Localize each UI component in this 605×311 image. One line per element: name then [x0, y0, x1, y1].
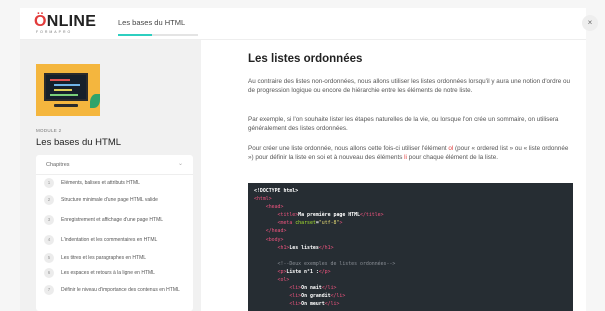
code-token: </li>: [321, 285, 337, 292]
chapter-item[interactable]: 7 Définir le niveau d'importance des cont…: [36, 280, 193, 300]
code-token: </title>: [360, 212, 384, 219]
chapter-item[interactable]: 4 L'indentation et les commentaires en HT…: [36, 230, 193, 250]
thumb-code-line: [50, 94, 78, 96]
sidebar: MODULE 2 Les bases du HTML Chapitres ⌄ 1…: [20, 40, 201, 311]
top-bar: ÖNLINE FORMAPRO Les bases du HTML ×: [20, 8, 598, 40]
lesson-title: Les listes ordonnées: [248, 53, 363, 65]
chapter-label: Enregistrement et affichage d'une page H…: [61, 217, 164, 223]
chapter-number-badge: 4: [44, 235, 54, 245]
code-example-block: <!DOCTYPE html> <html> <head> <title>Ma p…: [248, 183, 573, 311]
code-line: <!--Deux exemples de listes ordonnées-->: [254, 260, 567, 268]
thumb-code-line: [50, 79, 70, 81]
code-token: <h1>: [254, 244, 290, 251]
code-token: <body>: [254, 236, 284, 243]
code-token: <!--Deux exemples de listes ordonnées-->: [254, 260, 396, 267]
code-token: </li>: [330, 293, 346, 300]
code-token: On grandit: [301, 293, 331, 300]
code-line: <body>: [254, 236, 567, 244]
chapter-number-badge: 7: [44, 285, 54, 295]
paragraph-text: Pour créer une liste ordonnée, nous allo…: [248, 145, 449, 152]
code-token: <title>: [254, 212, 299, 219]
code-line: <h1>Les listes</h1>: [254, 244, 567, 252]
thumb-code-line: [54, 84, 80, 86]
code-token: </h1>: [318, 244, 334, 251]
paragraph-intro: Au contraire des listes non-ordonnées, n…: [248, 78, 570, 94]
plant-leaf: [90, 94, 100, 108]
chapter-number-badge: 5: [44, 252, 54, 263]
chapter-label: Les titres et les paragraphes en HTML: [61, 254, 147, 261]
chapters-header[interactable]: Chapitres ⌄: [36, 155, 193, 175]
module-label: MODULE 2: [36, 128, 62, 133]
chapter-item[interactable]: 6 Les espaces et retours à la ligne en HT…: [36, 265, 193, 280]
code-token: <meta: [254, 220, 296, 227]
code-token: <html>: [254, 196, 272, 203]
code-token: Ma première page HTML: [298, 212, 361, 219]
laptop-base: [54, 104, 78, 107]
chapter-list: 1 Eléments, balises et attributs HTML 2 Str…: [36, 175, 193, 300]
chapter-number-badge: 2: [44, 195, 54, 205]
module-title: Les bases du HTML: [36, 137, 122, 148]
chapter-item[interactable]: 3 Enregistrement et affichage d'une page …: [36, 210, 193, 230]
code-token: >: [339, 220, 343, 227]
code-line: </head>: [254, 227, 567, 235]
code-token: Les listes: [289, 244, 319, 251]
chapter-number-badge: 3: [44, 215, 54, 225]
code-token: <!DOCTYPE html>: [254, 188, 299, 194]
chapter-label: Définir le niveau d'importance des conte…: [61, 287, 180, 293]
paragraph-example: Par exemple, si l'on souhaite lister les…: [248, 116, 559, 132]
code-token: <head>: [254, 204, 284, 211]
code-token: <li>: [254, 293, 302, 300]
code-token: <li>: [254, 285, 302, 292]
code-token: </li>: [324, 301, 340, 308]
code-line: <li>On nait</li>: [254, 284, 567, 292]
chapter-label: Structure minimale d'une page HTML valid…: [61, 197, 158, 203]
logo-letters: NLINE: [46, 13, 97, 30]
code-token: <p>: [254, 268, 287, 275]
code-token: charset: [295, 220, 316, 227]
code-line: <meta charset="utf-8">: [254, 219, 567, 227]
thumb-code-line: [54, 89, 72, 91]
code-token: <li>: [254, 301, 302, 308]
course-progress-fill: [118, 34, 152, 36]
code-line: <ol>: [254, 276, 567, 284]
chapter-item[interactable]: 5 Les titres et les paragraphes en HTML: [36, 250, 193, 265]
paragraph-text: pour chaque élément de la liste.: [406, 153, 498, 161]
code-token: "utf-8": [318, 220, 340, 227]
chevron-down-icon[interactable]: ⌄: [178, 160, 183, 167]
code-line: <html>: [254, 195, 567, 203]
course-progress-bar: [118, 34, 198, 36]
laptop-screen: [44, 73, 88, 101]
chapters-title: Chapitres: [46, 162, 70, 168]
code-token: <ol>: [254, 277, 290, 284]
paragraph-ol-explanation: Pour créer une liste ordonnée, nous allo…: [248, 145, 573, 163]
module-thumbnail-laptop-illustration: [36, 64, 100, 116]
code-line: <!DOCTYPE html>: [254, 187, 567, 195]
code-line: <title>Ma première page HTML</title>: [254, 211, 567, 219]
chapter-label: Les espaces et retours à la ligne en HTM…: [61, 269, 155, 276]
chapter-number-badge: 1: [44, 177, 54, 188]
code-line: <li>On meurt</li>: [254, 300, 567, 308]
code-token: </head>: [254, 228, 287, 235]
chapter-label: Eléments, balises et attributs HTML: [61, 179, 140, 186]
code-line: <li>On grandit</li>: [254, 292, 567, 300]
logo-wordmark: ÖNLINE: [34, 14, 96, 30]
chapter-item[interactable]: 1 Eléments, balises et attributs HTML: [36, 175, 193, 190]
chapter-number-badge: 6: [44, 267, 54, 278]
code-line: <p>Liste n°1 :</p>: [254, 268, 567, 276]
code-line: <head>: [254, 203, 567, 211]
logo-letter-o: Ö: [34, 13, 47, 30]
code-token: </p>: [318, 268, 331, 275]
chapters-panel: Chapitres ⌄ 1 Eléments, balises et attrib…: [36, 155, 193, 311]
course-title: Les bases du HTML: [118, 18, 186, 27]
code-token: Liste n°1 :: [286, 268, 319, 275]
chapter-label: L'indentation et les commentaires en HTM…: [61, 237, 158, 243]
close-button[interactable]: ×: [582, 15, 598, 31]
lesson-content: Les listes ordonnées Au contraire des li…: [201, 40, 586, 311]
chapter-item[interactable]: 2 Structure minimale d'une page HTML vali…: [36, 190, 193, 210]
code-token: On meurt: [301, 301, 325, 308]
code-token: On nait: [301, 285, 322, 292]
online-formapro-logo[interactable]: ÖNLINE FORMAPRO: [34, 14, 96, 35]
logo-tagline: FORMAPRO: [36, 30, 73, 34]
